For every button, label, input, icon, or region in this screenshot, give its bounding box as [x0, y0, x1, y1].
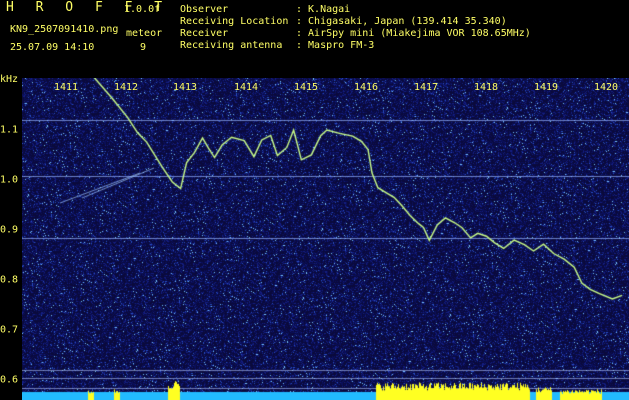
location-label: Receiving Location [180, 16, 289, 27]
time-tick: 1415 [293, 82, 319, 93]
time-tick: 1411 [53, 82, 79, 93]
time-tick: 1412 [113, 82, 139, 93]
file-name: KN9_2507091410.png [10, 24, 119, 35]
time-tick: 1420 [593, 82, 619, 93]
timestamp: 25.07.09 14:10 [10, 42, 95, 53]
observer-label: Observer [180, 4, 229, 15]
freq-tick: 0.9 [0, 224, 19, 236]
antenna-value: : Maspro FM-3 [296, 40, 375, 51]
freq-unit-label: kHz [0, 74, 19, 85]
freq-tick: 1.0 [0, 174, 19, 186]
time-tick: 1416 [353, 82, 379, 93]
meteor-label: meteor [126, 28, 163, 39]
location-value: : Chigasaki, Japan (139.414 35.340) [296, 16, 507, 27]
freq-tick: 1.1 [0, 124, 19, 136]
freq-tick: 0.7 [0, 324, 19, 336]
hrofft-window: H R O F F T 1.0.0f KN9_2507091410.png me… [0, 0, 629, 400]
spectrogram-plot [22, 78, 629, 400]
meteor-count: 9 [140, 42, 147, 53]
time-tick: 1419 [533, 82, 559, 93]
freq-tick: 0.8 [0, 274, 19, 286]
time-tick: 1417 [413, 82, 439, 93]
time-tick: 1418 [473, 82, 499, 93]
receiver-value: : AirSpy mini (Miakejima VOR 108.65MHz) [296, 28, 531, 39]
receiver-label: Receiver [180, 28, 229, 39]
antenna-label: Receiving antenna [180, 40, 283, 51]
time-tick: 1414 [233, 82, 259, 93]
freq-tick: 0.6 [0, 374, 19, 386]
observer-value: : K.Nagai [296, 4, 351, 15]
version-label: 1.0.0f [124, 4, 161, 15]
time-tick: 1413 [172, 82, 198, 93]
